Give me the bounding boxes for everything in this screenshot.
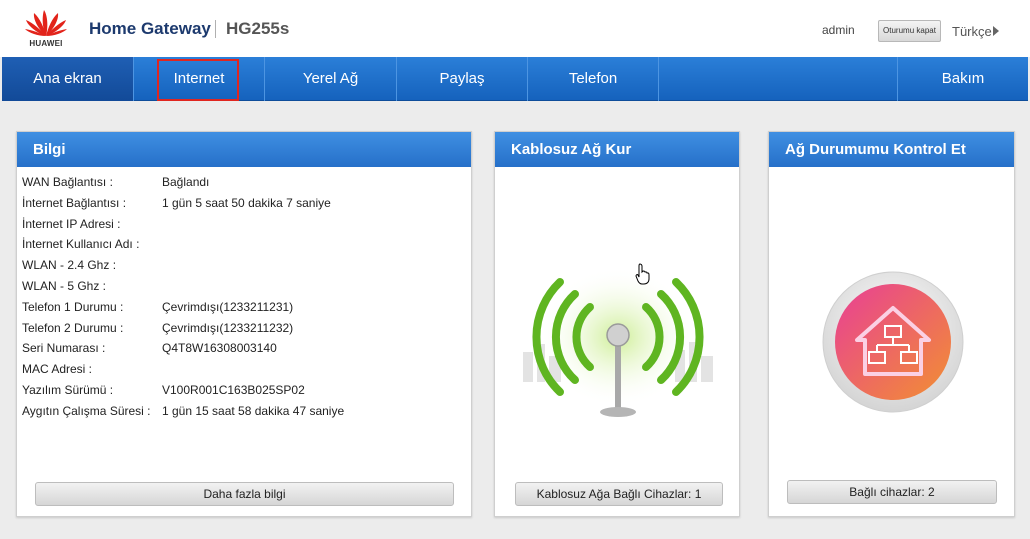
wifi-antenna-icon[interactable] — [515, 252, 721, 427]
logo-text: HUAWEI — [29, 39, 63, 48]
info-key: Aygıtın Çalışma Süresi : — [22, 403, 151, 418]
info-panel: Bilgi WAN Bağlantısı : Bağlandı İnternet B… — [16, 131, 472, 517]
logout-button[interactable]: Oturumu kapat — [878, 20, 941, 42]
huawei-logo: HUAWEI — [24, 6, 68, 48]
info-panel-title: Bilgi — [17, 132, 471, 167]
nav-item-local-network[interactable]: Yerel Ağ — [265, 57, 397, 101]
nav-item-share[interactable]: Paylaş — [397, 57, 528, 101]
info-value: Çevrimdışı(1233211232) — [162, 320, 294, 335]
info-key: İnternet Kullanıcı Adı : — [22, 237, 140, 252]
hand-cursor-icon — [635, 263, 650, 285]
nav-item-home[interactable]: Ana ekran — [2, 57, 134, 101]
info-value: Çevrimdışı(1233211231) — [162, 299, 294, 314]
network-house-icon[interactable] — [821, 270, 965, 414]
nav-item-maintenance[interactable]: Bakım — [898, 57, 1028, 101]
info-value: Bağlandı — [162, 175, 210, 189]
info-value: 1 gün 5 saat 50 dakika 7 saniye — [162, 195, 331, 210]
huawei-petals-icon — [25, 10, 67, 36]
connected-devices-button[interactable]: Bağlı cihazlar: 2 — [787, 480, 997, 504]
info-key: Telefon 2 Durumu : — [22, 320, 124, 335]
username-label: admin — [822, 23, 855, 37]
info-value: Q4T8W16308003140 — [162, 341, 277, 356]
info-key: WLAN - 5 Ghz : — [22, 278, 107, 293]
info-value: 1 gün 15 saat 58 dakika 47 saniye — [162, 403, 345, 418]
wireless-panel: Kablosuz Ağ Kur Kablosuz Ağa Bağlı Cihaz… — [494, 131, 740, 517]
top-bar: HUAWEI Home Gateway HG255s admin Oturumu… — [0, 0, 1030, 57]
info-value: V100R001C163B025SP02 — [162, 382, 305, 397]
nav-spacer — [659, 57, 898, 101]
network-panel-title: Ağ Durumumu Kontrol Et — [769, 132, 1014, 167]
info-key: Yazılım Sürümü : — [22, 382, 114, 397]
nav-item-internet[interactable]: Internet — [134, 57, 265, 101]
info-key: Telefon 1 Durumu : — [22, 299, 124, 314]
info-key: MAC Adresi : — [22, 362, 93, 377]
info-key: İnternet IP Adresi : — [22, 216, 121, 231]
info-key: İnternet Bağlantısı : — [22, 195, 127, 210]
chevron-right-icon[interactable] — [993, 26, 999, 36]
info-key: WAN Bağlantısı : — [22, 175, 113, 189]
nav-item-telephone[interactable]: Telefon — [528, 57, 659, 101]
info-key: Seri Numarası : — [22, 341, 106, 356]
language-selector[interactable]: Türkçe — [952, 24, 992, 39]
info-key: WLAN - 2.4 Ghz : — [22, 258, 117, 273]
nav-item-internet-label: Internet — [173, 70, 225, 87]
title-divider — [215, 20, 216, 38]
wireless-devices-button[interactable]: Kablosuz Ağa Bağlı Cihazlar: 1 — [515, 482, 723, 506]
network-panel: Ağ Durumumu Kontrol Et Bağlı cihazlar: 2 — [768, 131, 1015, 517]
device-model: HG255s — [226, 19, 290, 38]
more-info-button[interactable]: Daha fazla bilgi — [35, 482, 454, 506]
app-title: Home Gateway — [89, 19, 211, 38]
main-nav: Ana ekran Internet Yerel Ağ Paylaş Telef… — [2, 57, 1028, 101]
wireless-panel-title: Kablosuz Ağ Kur — [495, 132, 739, 167]
